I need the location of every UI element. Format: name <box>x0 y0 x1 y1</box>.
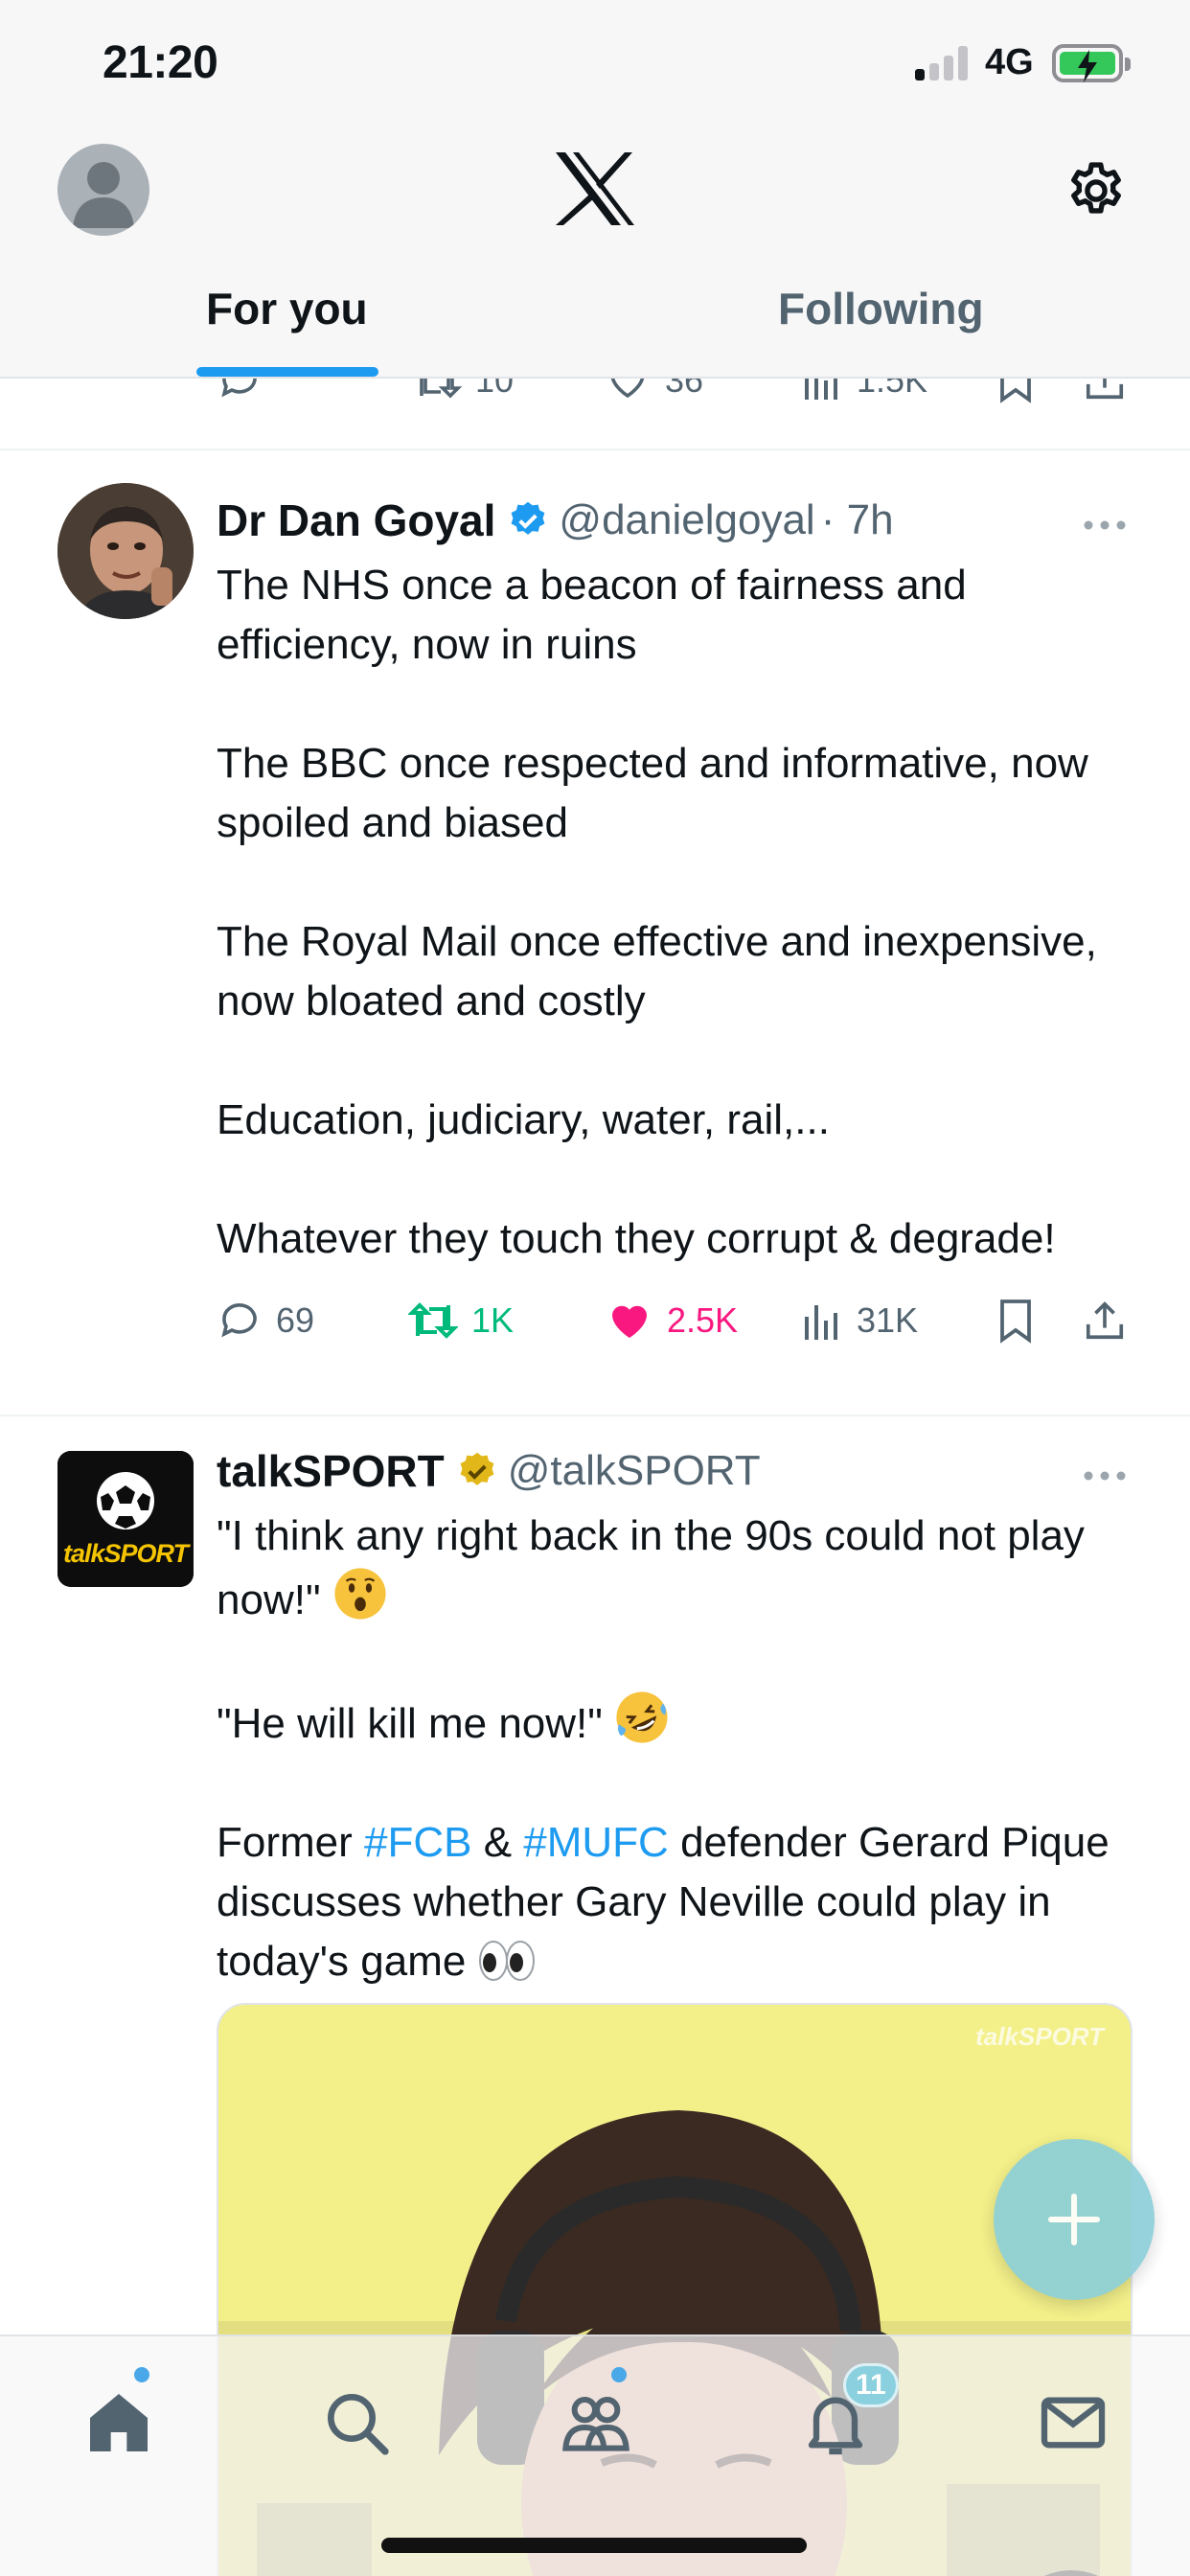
views-icon <box>805 379 837 400</box>
author-handle[interactable]: @talkSPORT <box>508 1447 761 1495</box>
author-handle[interactable]: @danielgoyal <box>559 496 814 544</box>
tweet-paragraph: Whatever they touch they corrupt & degra… <box>217 1215 1056 1262</box>
tweet-card[interactable]: Dr Dan Goyal @danielgoyal · 7h The NHS o… <box>0 450 1190 1416</box>
like-count: 2.5K <box>667 1300 739 1340</box>
nav-messages[interactable] <box>1035 2384 1111 2461</box>
eyes-emoji-icon <box>478 1941 535 1981</box>
previous-tweet-actions: 10 36 1.5K <box>0 379 1190 450</box>
views-button[interactable]: 31K <box>801 1298 918 1344</box>
retweet-button[interactable]: 10 <box>412 379 514 403</box>
views-icon <box>805 1305 837 1340</box>
tweet-paragraph: "I think any right back in the 90s could… <box>217 1512 1085 1623</box>
retweet-count: 1K <box>471 1300 515 1340</box>
tweet-paragraph: The Royal Mail once effective and inexpe… <box>217 918 1097 1024</box>
views-button[interactable]: 1.5K <box>801 379 927 403</box>
tweet-paragraph: "He will kill me now!" <box>217 1690 1136 1754</box>
bookmark-icon <box>1000 1300 1031 1344</box>
profile-avatar[interactable] <box>57 144 149 236</box>
compose-tweet-button[interactable] <box>994 2139 1155 2300</box>
like-button[interactable]: 36 <box>604 379 703 403</box>
envelope-icon <box>1041 2397 1106 2449</box>
talksport-logo-text: talkSPORT <box>62 1539 189 1568</box>
tweet-paragraph: The NHS once a beacon of fairness and ef… <box>217 562 967 668</box>
author-name[interactable]: Dr Dan Goyal <box>217 494 495 546</box>
tweet-actions: 69 1K 2.5K 31K <box>217 1298 1136 1355</box>
heart-filled-icon <box>612 1305 647 1338</box>
view-count: 31K <box>857 1300 919 1340</box>
share-icon <box>1086 379 1124 400</box>
astonished-face-emoji-icon <box>334 1568 386 1620</box>
tab-for-you[interactable]: For you <box>206 283 368 334</box>
battery-icon <box>1052 44 1131 82</box>
retweet-icon <box>420 379 462 399</box>
share-icon <box>1086 1301 1124 1340</box>
nav-communities[interactable] <box>558 2384 634 2461</box>
x-logo-icon[interactable] <box>554 150 636 227</box>
like-count: 36 <box>665 379 704 400</box>
reply-count: 69 <box>276 1300 315 1340</box>
search-icon <box>328 2394 389 2455</box>
retweet-icon <box>408 1302 458 1339</box>
communities-icon <box>562 2397 629 2451</box>
rofl-emoji-icon <box>616 1691 668 1743</box>
reply-button[interactable] <box>217 379 263 403</box>
retweet-count: 10 <box>475 379 515 400</box>
more-options-icon[interactable] <box>1083 519 1127 531</box>
view-count: 1.5K <box>857 379 928 400</box>
communities-new-indicator <box>611 2367 627 2382</box>
tweet-header: Dr Dan Goyal @danielgoyal · 7h <box>217 494 894 546</box>
share-button[interactable] <box>1083 1298 1127 1344</box>
default-avatar-icon <box>73 162 134 228</box>
tweet-header: talkSPORT @talkSPORT <box>217 1445 761 1497</box>
video-watermark: talkSPORT <box>975 2022 1104 2051</box>
verified-badge-icon <box>512 501 545 535</box>
tweet-text: "I think any right back in the 90s could… <box>217 1506 1136 1991</box>
home-indicator <box>381 2538 807 2553</box>
share-button[interactable] <box>1083 379 1127 403</box>
signal-strength-icon <box>915 46 971 80</box>
avatar[interactable] <box>57 483 194 619</box>
gear-icon[interactable] <box>1064 158 1129 223</box>
tweet-paragraph: Education, judiciary, water, rail,... <box>217 1096 830 1143</box>
tab-following[interactable]: Following <box>778 283 984 334</box>
user-photo <box>57 483 194 619</box>
more-options-icon[interactable] <box>1083 1470 1127 1482</box>
hashtag-link[interactable]: #FCB <box>364 1819 471 1866</box>
like-button[interactable]: 2.5K <box>606 1298 738 1344</box>
reply-icon <box>221 379 257 398</box>
network-type: 4G <box>985 42 1034 82</box>
tweet-paragraph: Former #FCB & #MUFC defender Gerard Piqu… <box>217 1819 1110 1985</box>
nav-home[interactable] <box>80 2384 157 2461</box>
status-time: 21:20 <box>103 37 218 88</box>
tweet-text: The NHS once a beacon of fairness and ef… <box>217 556 1136 1269</box>
status-bar: 21:20 4G <box>0 0 1190 129</box>
retweet-button[interactable]: 1K <box>408 1298 514 1344</box>
verified-gold-badge-icon <box>460 1452 494 1485</box>
bookmark-button[interactable] <box>995 379 1037 403</box>
tweet-time: · 7h <box>820 496 894 543</box>
top-header: For you Following <box>0 129 1190 379</box>
heart-icon <box>610 379 645 399</box>
tweet-paragraph: The BBC once respected and informative, … <box>217 740 1088 846</box>
home-new-indicator <box>134 2367 149 2382</box>
reply-icon <box>221 1303 257 1338</box>
reply-button[interactable]: 69 <box>217 1298 314 1344</box>
author-name[interactable]: talkSPORT <box>217 1445 445 1497</box>
active-tab-indicator <box>196 367 378 377</box>
hashtag-link[interactable]: #MUFC <box>523 1819 669 1866</box>
notifications-badge: 11 <box>843 2363 899 2407</box>
plus-icon <box>1048 2194 1100 2245</box>
bookmark-button[interactable] <box>995 1298 1037 1344</box>
home-icon <box>90 2394 148 2451</box>
bookmark-icon <box>1000 379 1031 403</box>
nav-search[interactable] <box>318 2384 395 2461</box>
avatar[interactable]: talkSPORT <box>57 1451 194 1587</box>
